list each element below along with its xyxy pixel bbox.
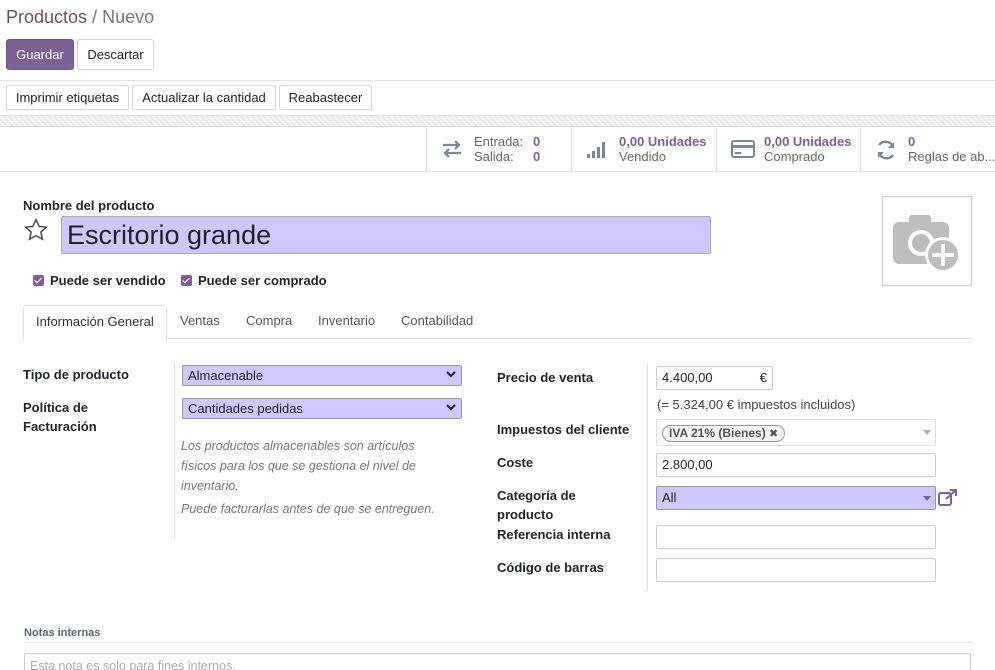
favorite-star-icon[interactable] <box>23 217 49 243</box>
tax-tag-label: IVA 21% (Bienes) <box>669 426 766 440</box>
product-type-select[interactable]: Almacenable <box>182 365 462 386</box>
product-name-input[interactable]: Escritorio grande <box>61 216 711 254</box>
can-be-purchased-checkbox[interactable]: Puede ser comprado <box>181 273 327 289</box>
refresh-icon <box>877 140 895 160</box>
price-incl-taxes: (= 5.324,00 € impuestos incluidos) <box>657 397 856 412</box>
stat-purchased-button[interactable]: 0,00 Unidades Comprado <box>716 128 860 172</box>
barcode-input[interactable] <box>656 558 936 582</box>
tab-inventory[interactable]: Inventario <box>306 305 387 339</box>
stat-sold-label: Vendido <box>619 149 666 164</box>
checkbox-checked-icon <box>33 275 44 286</box>
checkbox-checked-icon <box>181 275 192 286</box>
barcode-label: Código de barras <box>497 560 604 575</box>
invoice-policy-help: Puede facturarlas antes de que se entreg… <box>181 502 435 516</box>
stat-rules-value: 0 <box>908 134 916 149</box>
category-value: All <box>662 490 677 505</box>
tab-general-info[interactable]: Información General <box>23 305 167 340</box>
chevron-down-icon <box>446 371 456 378</box>
can-be-sold-label: Puede ser vendido <box>50 273 166 288</box>
cost-label: Coste <box>497 455 534 470</box>
chevron-down-icon <box>923 430 931 435</box>
product-image-upload[interactable] <box>882 196 972 286</box>
bar-chart-icon <box>587 142 605 158</box>
invoice-policy-label-2: Facturación <box>23 419 97 434</box>
discard-button[interactable]: Descartar <box>77 39 154 70</box>
save-button[interactable]: Guardar <box>6 39 74 70</box>
tab-accounting[interactable]: Contabilidad <box>389 305 485 339</box>
breadcrumb-separator: / <box>92 7 98 27</box>
stat-out-value: 0 <box>533 149 541 164</box>
chevron-down-icon <box>446 404 456 411</box>
stat-reorder-rules-button[interactable]: 0 Reglas de ab... <box>860 128 995 172</box>
internal-reference-input[interactable] <box>656 525 936 549</box>
chevron-down-icon <box>923 496 931 501</box>
internal-reference-label: Referencia interna <box>497 527 611 542</box>
help-line: Los productos almacenables son artículos <box>181 439 415 453</box>
customer-taxes-label: Impuestos del cliente <box>497 422 630 437</box>
product-type-label: Tipo de producto <box>23 367 129 382</box>
stat-sold-value: 0,00 Unidades <box>619 134 707 149</box>
divider <box>24 642 972 643</box>
breadcrumb-current: Nuevo <box>102 7 155 27</box>
invoice-policy-label-1: Política de <box>23 400 89 415</box>
currency-symbol: € <box>759 370 767 385</box>
replenish-button[interactable]: Reabastecer <box>279 85 372 110</box>
column-separator <box>647 363 648 591</box>
internal-notes-label: Notas internas <box>24 627 101 639</box>
stat-purchased-value: 0,00 Unidades <box>764 134 852 149</box>
column-separator <box>174 363 175 539</box>
product-type-help: Los productos almacenables son artículos… <box>181 436 451 496</box>
help-line: físicos para los que se gestiona el nive… <box>181 459 416 473</box>
stat-in-out-button[interactable]: Entrada: 0 Salida: 0 <box>426 128 571 172</box>
internal-notes-textarea[interactable]: Esta nota es solo para fines internos. <box>24 653 971 670</box>
stat-rules-label: Reglas de ab... <box>908 149 995 164</box>
breadcrumb-productos-link[interactable]: Productos <box>6 7 87 27</box>
tax-tag[interactable]: IVA 21% (Bienes) ✖ <box>662 425 786 442</box>
external-link-icon[interactable] <box>938 489 958 507</box>
divider <box>0 80 995 81</box>
camera-add-icon <box>893 215 961 273</box>
divider <box>0 171 995 172</box>
product-type-value: Almacenable <box>188 368 264 383</box>
stat-out-label: Salida: <box>474 149 514 164</box>
can-be-sold-checkbox[interactable]: Puede ser vendido <box>33 273 166 289</box>
transfer-arrows-icon <box>443 140 461 158</box>
cost-input[interactable]: 2.800,00 <box>656 453 936 477</box>
sale-price-label: Precio de venta <box>497 370 594 385</box>
invoice-policy-value: Cantidades pedidas <box>188 401 303 416</box>
invoice-policy-select[interactable]: Cantidades pedidas <box>182 398 462 419</box>
tab-sales[interactable]: Ventas <box>168 305 232 339</box>
stat-in-label: Entrada: <box>474 134 524 149</box>
tab-purchase[interactable]: Compra <box>234 305 304 339</box>
print-labels-button[interactable]: Imprimir etiquetas <box>6 85 129 110</box>
breadcrumb: Productos / Nuevo <box>6 7 154 28</box>
credit-card-icon <box>731 140 755 158</box>
category-label-1: Categoría de <box>497 488 576 503</box>
notebook-tabs: Información General Ventas Compra Invent… <box>23 305 972 340</box>
statusbar-hatch <box>0 115 995 127</box>
sale-price-value: 4.400,00 <box>662 370 713 385</box>
stat-purchased-label: Comprado <box>764 149 825 164</box>
help-line: inventario. <box>181 479 239 493</box>
sale-price-input[interactable]: 4.400,00 € <box>656 366 773 390</box>
can-be-purchased-label: Puede ser comprado <box>198 273 327 288</box>
update-quantity-button[interactable]: Actualizar la cantidad <box>132 85 276 110</box>
category-select[interactable]: All <box>656 486 936 510</box>
category-label-2: producto <box>497 507 554 522</box>
product-name-label: Nombre del producto <box>23 198 155 213</box>
stat-sold-button[interactable]: 0,00 Unidades Vendido <box>571 128 716 172</box>
stat-in-value: 0 <box>533 134 541 149</box>
remove-tag-icon[interactable]: ✖ <box>769 428 778 440</box>
